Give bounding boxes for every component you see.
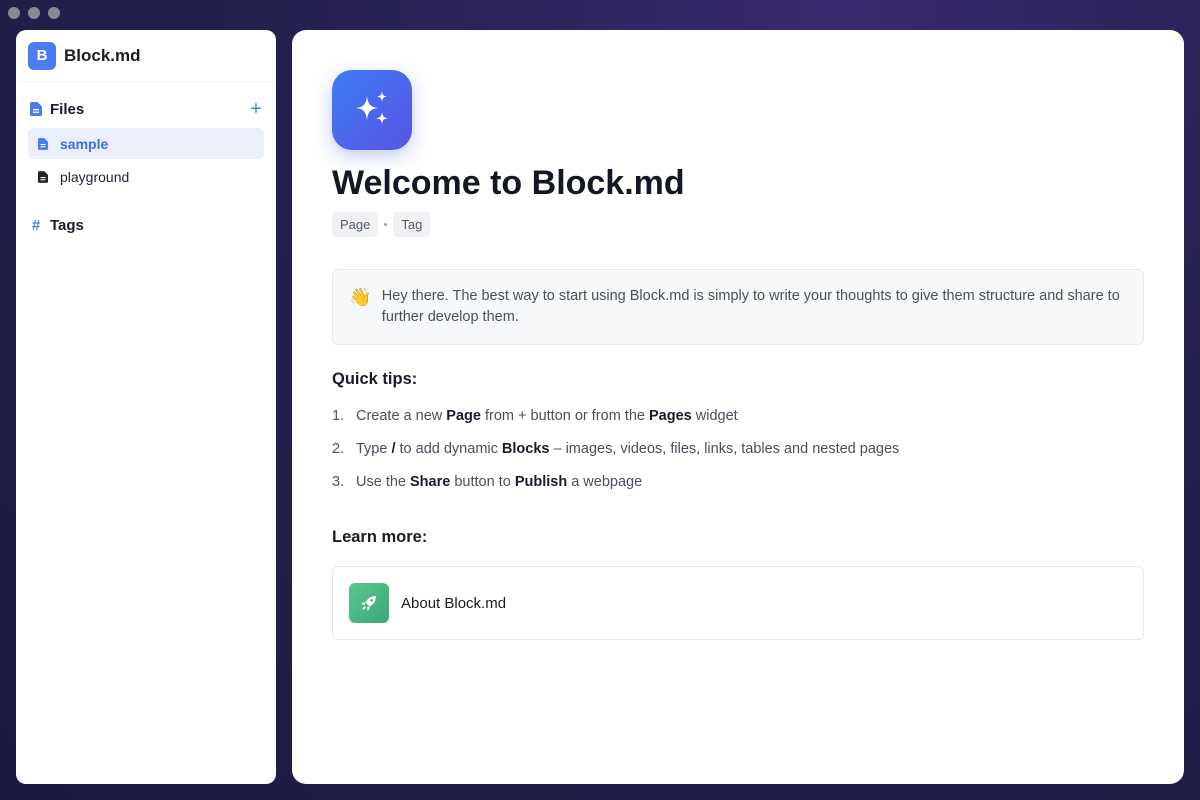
about-link-label: About Block.md [401, 594, 507, 612]
window-minimize-button[interactable] [28, 7, 40, 19]
file-icon [28, 101, 44, 117]
tip-text: Use the Share button to Publish a webpag… [356, 474, 643, 490]
sidebar-item-label: sample [60, 135, 109, 152]
page-chip[interactable]: Page [332, 212, 379, 237]
page-title[interactable]: Welcome to Block.md [332, 164, 685, 203]
window-controls [8, 7, 60, 19]
files-section-label: Files [50, 100, 85, 118]
tip-text: Type / to add dynamic Blocks – images, v… [356, 441, 900, 457]
waving-hand-icon: 👋 [349, 287, 372, 307]
sparkles-icon[interactable] [332, 70, 412, 150]
list-number: 1. [332, 408, 345, 424]
callout-text: Hey there. The best way to start using B… [381, 288, 1120, 325]
tag-chip[interactable]: Tag [393, 212, 431, 237]
hash-icon: # [31, 216, 41, 234]
page-meta-chips: Page Tag [332, 212, 431, 237]
list-item: 3. Use the Share button to Publish a web… [332, 474, 1144, 507]
main-content: Welcome to Block.md Page Tag 👋 Hey there… [292, 30, 1184, 784]
about-link-card[interactable]: About Block.md [332, 566, 1144, 640]
sidebar-item-playground[interactable]: playground [28, 161, 264, 192]
brand-header: B Block.md [16, 30, 276, 82]
callout-block[interactable]: 👋 Hey there. The best way to start using… [332, 269, 1144, 345]
sidebar-item-sample[interactable]: sample [28, 128, 264, 159]
list-number: 2. [332, 441, 345, 457]
file-icon [36, 137, 50, 151]
sidebar-item-label: playground [60, 168, 130, 185]
tip-text: Create a new Page from + button or from … [356, 408, 738, 424]
list-number: 3. [332, 474, 345, 490]
quick-tips-list: 1. Create a new Page from + button or fr… [332, 408, 1144, 507]
separator-dot [384, 223, 388, 226]
window-maximize-button[interactable] [48, 7, 60, 19]
plus-icon[interactable]: + [248, 99, 264, 119]
tags-section-header[interactable]: # Tags [16, 210, 276, 240]
learn-more-heading: Learn more: [332, 528, 428, 546]
quick-tips-heading: Quick tips: [332, 370, 418, 388]
file-list: sample playground [16, 128, 276, 192]
sidebar: B Block.md Files + sample playground # T… [16, 30, 276, 784]
app-name: Block.md [64, 45, 141, 65]
file-icon [36, 170, 50, 184]
window-close-button[interactable] [8, 7, 20, 19]
tags-section-label: Tags [50, 216, 84, 234]
rocket-icon [349, 583, 389, 623]
list-item: 1. Create a new Page from + button or fr… [332, 408, 1144, 441]
files-section-header[interactable]: Files + [16, 94, 276, 124]
list-item: 2. Type / to add dynamic Blocks – images… [332, 441, 1144, 474]
app-logo[interactable]: B [28, 41, 56, 70]
